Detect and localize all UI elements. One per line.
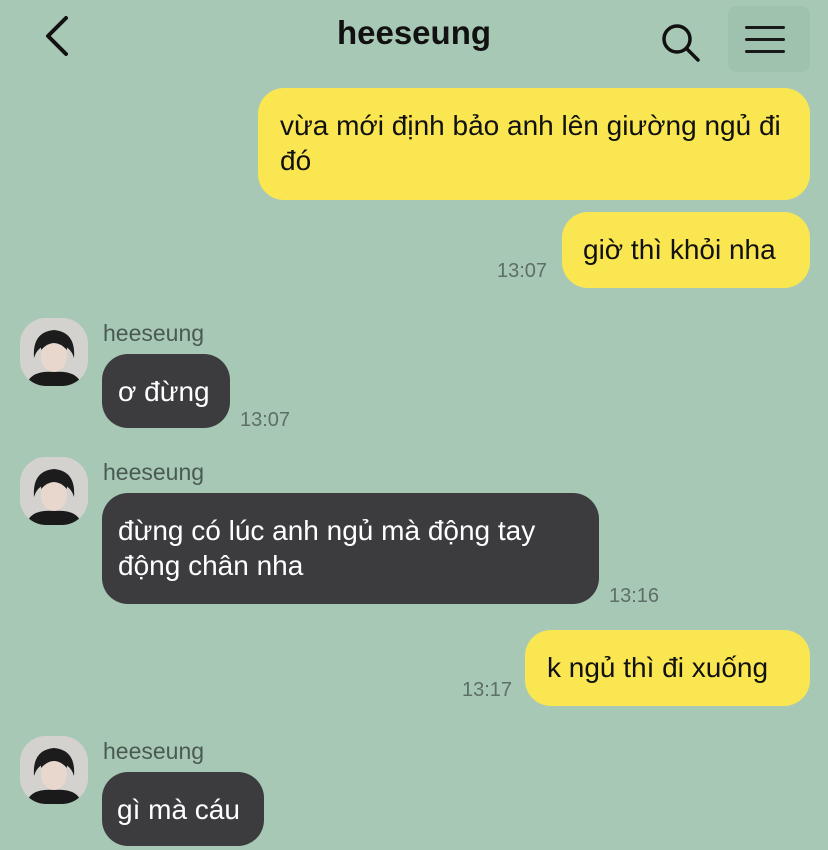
- message-text: gì mà cáu: [117, 794, 240, 825]
- message-time: 13:17: [462, 679, 513, 701]
- sender-name: heeseung: [103, 738, 205, 764]
- outgoing-message[interactable]: k ngủ thì đi xuống: [525, 630, 810, 706]
- sender-name: heeseung: [103, 320, 205, 346]
- message-text: đừng có lúc anh ngủ mà động tay động châ…: [118, 515, 536, 581]
- outgoing-message[interactable]: giờ thì khỏi nha: [562, 212, 810, 288]
- incoming-message[interactable]: gì mà cáu: [102, 772, 264, 846]
- incoming-message[interactable]: đừng có lúc anh ngủ mà động tay động châ…: [102, 493, 599, 604]
- message-time: 13:16: [609, 585, 660, 607]
- outgoing-message[interactable]: vừa mới định bảo anh lên giường ngủ đi đ…: [258, 88, 810, 200]
- avatar-image: [20, 318, 88, 386]
- avatar[interactable]: [20, 457, 88, 525]
- avatar[interactable]: [20, 318, 88, 386]
- avatar-image: [20, 457, 88, 525]
- menu-button[interactable]: [728, 6, 810, 72]
- message-text: giờ thì khỏi nha: [583, 234, 776, 265]
- message-text: k ngủ thì đi xuống: [547, 652, 769, 683]
- incoming-message[interactable]: ơ đừng: [102, 354, 230, 428]
- message-time: 13:07: [497, 260, 548, 282]
- message-text: vừa mới định bảo anh lên giường ngủ đi đ…: [280, 110, 781, 176]
- message-text: ơ đừng: [118, 376, 210, 407]
- sender-name: heeseung: [103, 459, 205, 485]
- chat-header: heeseung: [0, 0, 828, 80]
- message-time: 13:07: [240, 409, 291, 431]
- avatar[interactable]: [20, 736, 88, 804]
- search-icon: [662, 24, 700, 62]
- search-button[interactable]: [658, 20, 704, 66]
- avatar-image: [20, 736, 88, 804]
